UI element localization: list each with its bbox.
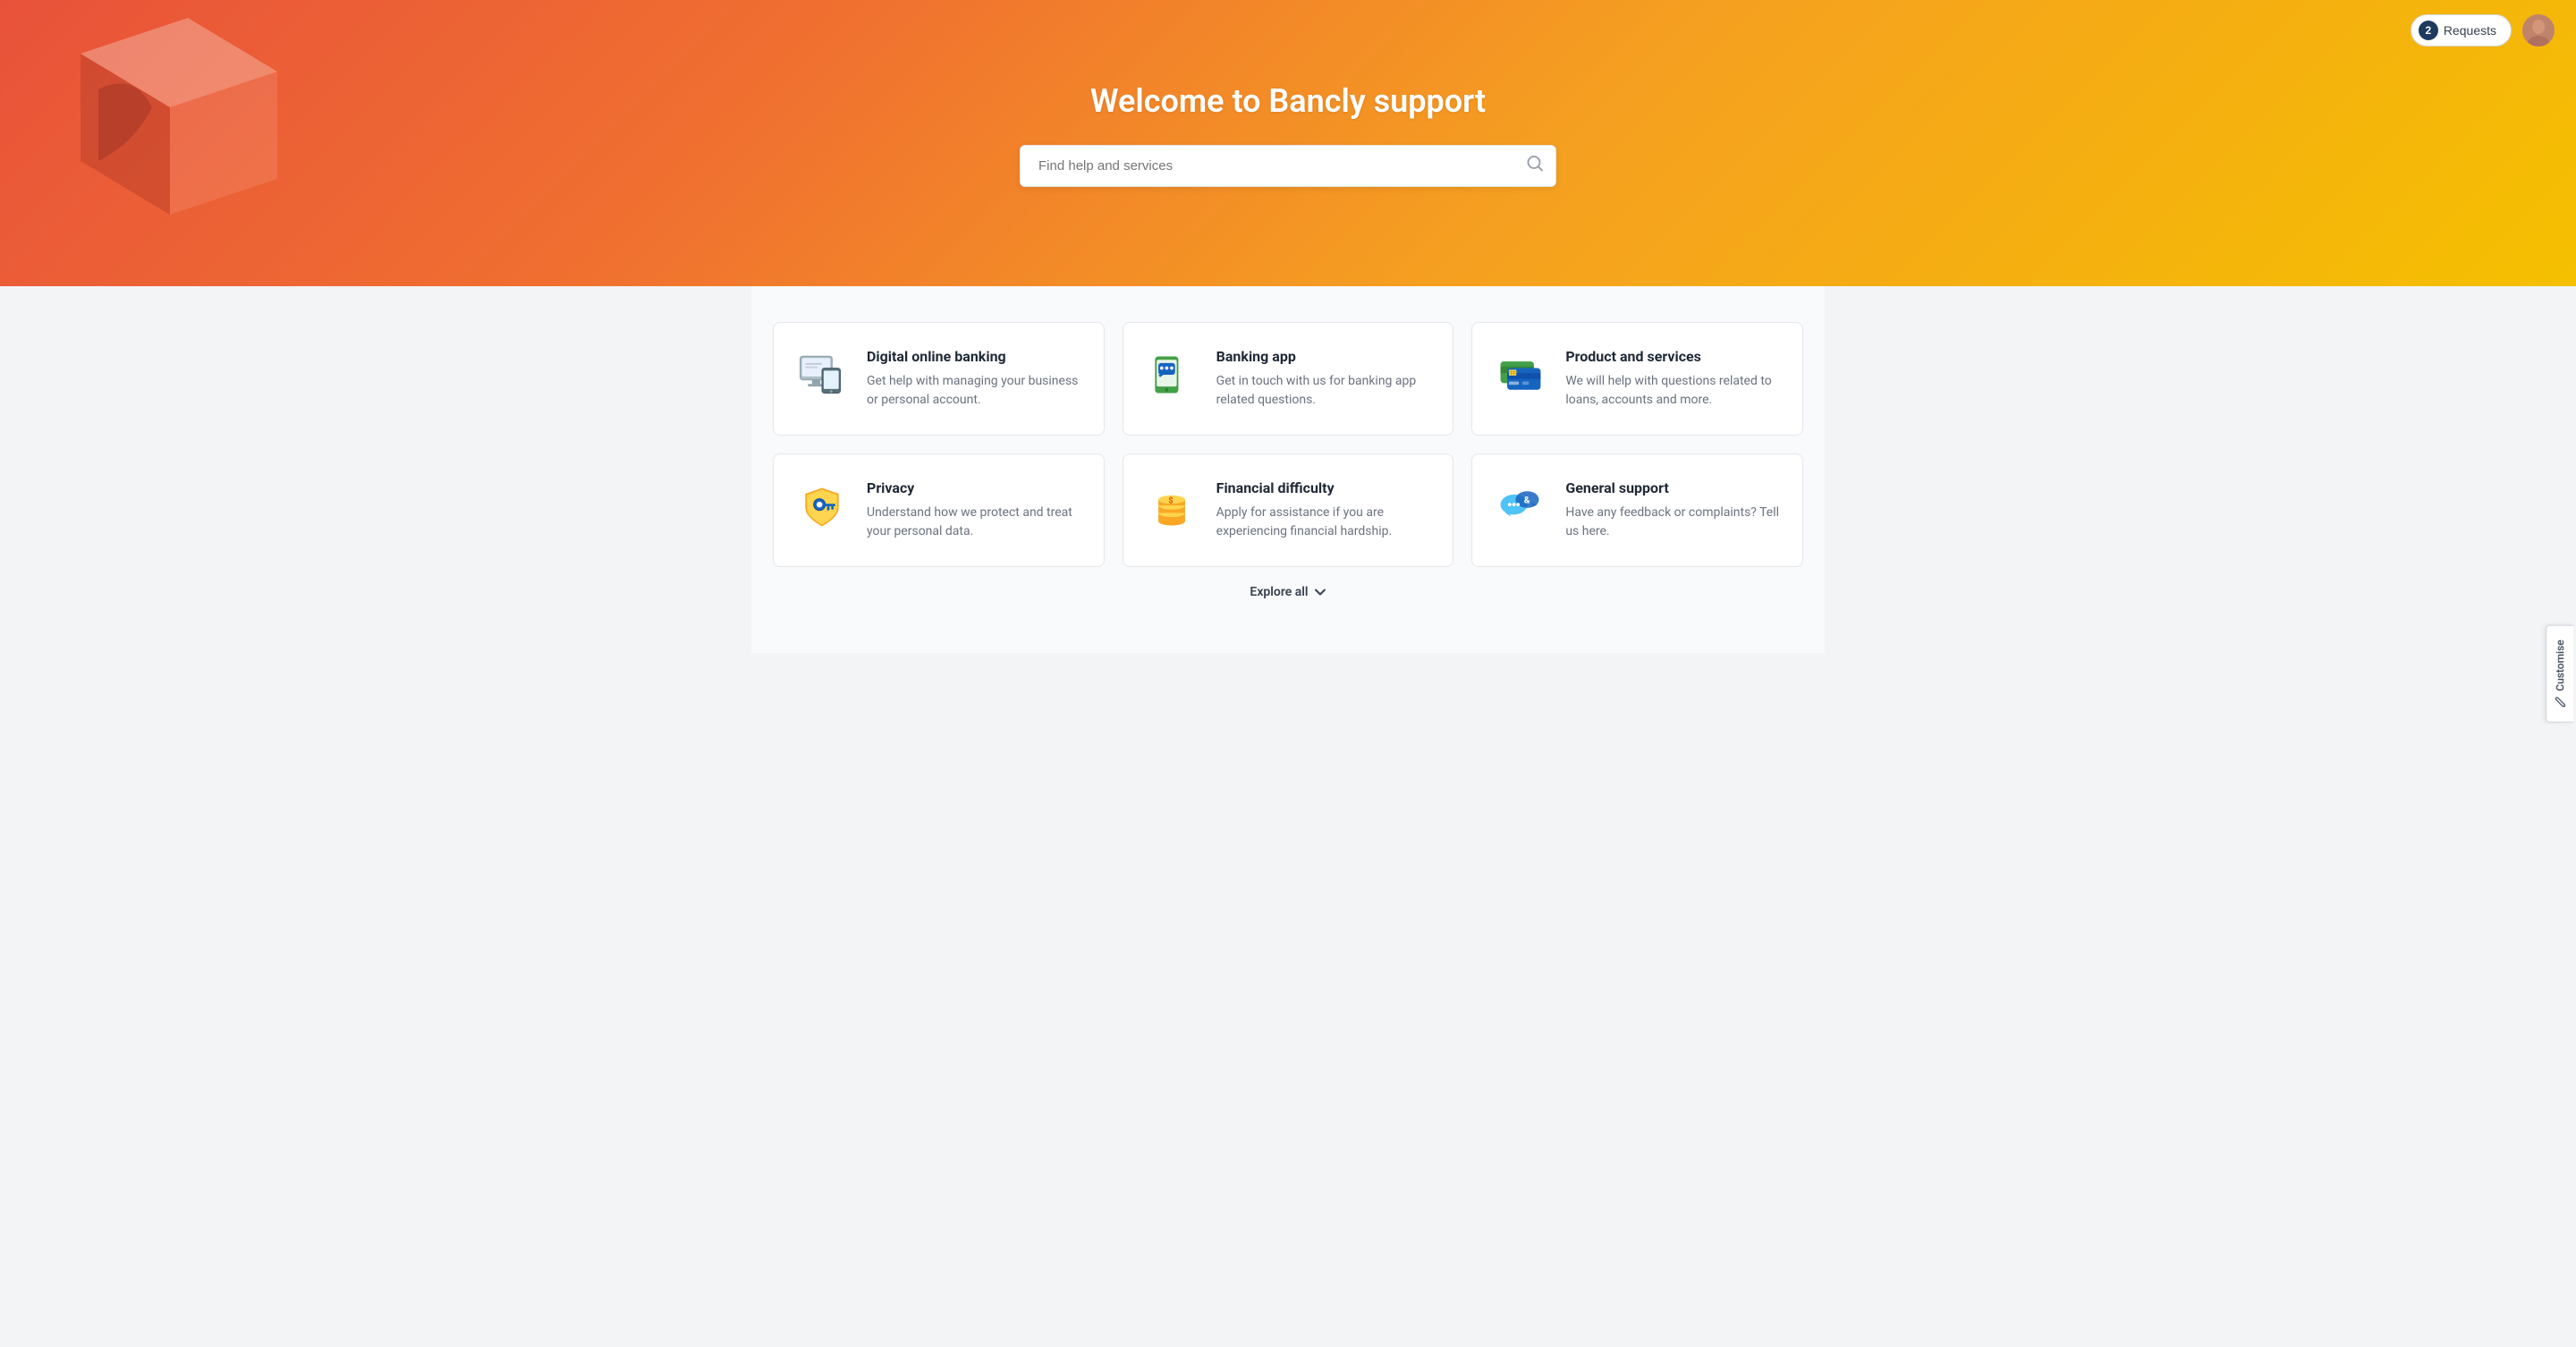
card-desc-digital: Get help with managing your business or …: [867, 372, 1082, 410]
card-general-support[interactable]: & General support Have any feedback or c…: [1471, 453, 1803, 567]
card-icon-general: &: [1494, 479, 1547, 533]
card-privacy[interactable]: Privacy Understand how we protect and tr…: [773, 453, 1105, 567]
pencil-icon: [2555, 697, 2565, 707]
svg-text:$: $: [1168, 496, 1173, 505]
card-financial-difficulty[interactable]: $ Financial difficulty Apply for assista…: [1123, 453, 1454, 567]
hero-section: 2 Requests Welcome to Bancly support: [0, 0, 2576, 286]
card-desc-products: We will help with questions related to l…: [1565, 372, 1781, 410]
avatar[interactable]: [2522, 14, 2555, 47]
card-title-products: Product and services: [1565, 348, 1781, 365]
cards-grid-row2: Privacy Understand how we protect and tr…: [773, 453, 1803, 567]
card-title-general: General support: [1565, 479, 1781, 496]
explore-all-label: Explore all: [1250, 585, 1308, 599]
card-desc-privacy: Understand how we protect and treat your…: [867, 504, 1082, 541]
card-icon-products: [1494, 348, 1547, 402]
card-text-privacy: Privacy Understand how we protect and tr…: [867, 479, 1082, 541]
card-icon-digital: [795, 348, 849, 402]
customise-tab[interactable]: Customise: [2546, 624, 2573, 722]
requests-badge: 2: [2419, 21, 2438, 40]
card-text-general: General support Have any feedback or com…: [1565, 479, 1781, 541]
search-button[interactable]: [1526, 155, 1544, 177]
search-icon: [1526, 155, 1544, 173]
card-banking-app[interactable]: Banking app Get in touch with us for ban…: [1123, 322, 1454, 436]
card-desc-banking: Get in touch with us for banking app rel…: [1216, 372, 1432, 410]
card-text-products: Product and services We will help with q…: [1565, 348, 1781, 410]
card-text-banking: Banking app Get in touch with us for ban…: [1216, 348, 1432, 410]
requests-button[interactable]: 2 Requests: [2411, 14, 2512, 47]
hero-title: Welcome to Bancly support: [1090, 82, 1486, 120]
card-icon-banking: [1145, 348, 1199, 402]
card-icon-privacy: [795, 479, 849, 533]
search-container: [1020, 145, 1556, 187]
requests-label: Requests: [2444, 23, 2496, 38]
customise-label: Customise: [2554, 640, 2566, 690]
svg-text:&: &: [1524, 494, 1530, 505]
card-text-financial: Financial difficulty Apply for assistanc…: [1216, 479, 1432, 541]
hero-decoration: [27, 0, 313, 268]
search-input[interactable]: [1020, 145, 1556, 187]
card-title-financial: Financial difficulty: [1216, 479, 1432, 496]
card-digital-online-banking[interactable]: Digital online banking Get help with man…: [773, 322, 1105, 436]
card-desc-financial: Apply for assistance if you are experien…: [1216, 504, 1432, 541]
top-navigation: 2 Requests: [2411, 14, 2555, 47]
card-title-banking: Banking app: [1216, 348, 1432, 365]
cards-grid-row1: Digital online banking Get help with man…: [773, 322, 1803, 436]
card-desc-general: Have any feedback or complaints? Tell us…: [1565, 504, 1781, 541]
card-icon-financial: $: [1145, 479, 1199, 533]
chevron-down-icon: [1314, 586, 1326, 598]
explore-all[interactable]: Explore all: [773, 585, 1803, 599]
card-product-services[interactable]: Product and services We will help with q…: [1471, 322, 1803, 436]
customise-tab-wrapper: Customise: [2546, 624, 2573, 722]
main-content: Digital online banking Get help with man…: [751, 286, 1825, 653]
card-text-digital: Digital online banking Get help with man…: [867, 348, 1082, 410]
card-title-privacy: Privacy: [867, 479, 1082, 496]
card-title-digital: Digital online banking: [867, 348, 1082, 365]
